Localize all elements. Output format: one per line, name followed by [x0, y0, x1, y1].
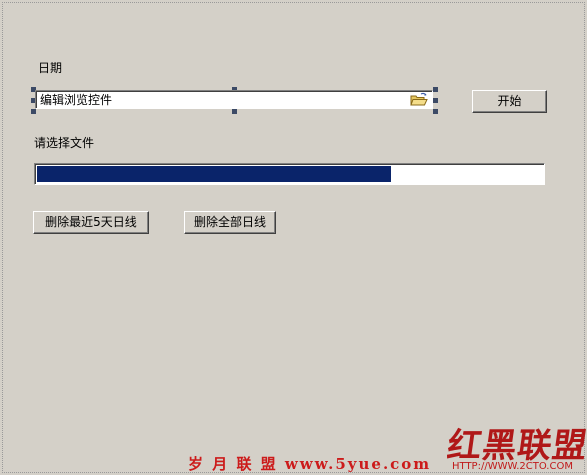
delete-all-button[interactable]: 删除全部日线 [184, 211, 276, 234]
watermark-left: 岁 月 联 盟 www.5yue.com [188, 455, 432, 473]
resize-handle-middle-right[interactable] [433, 98, 438, 103]
select-file-label: 请选择文件 [34, 136, 95, 150]
resize-handle-bottom-left[interactable] [31, 109, 36, 114]
design-surface [2, 2, 585, 473]
browse-input-field[interactable]: 编辑浏览控件 [35, 90, 433, 109]
resize-handle-bottom-middle[interactable] [232, 109, 237, 114]
watermark-url: HTTP://WWW.2CTO.COM [452, 461, 573, 472]
folder-open-icon[interactable] [409, 92, 429, 108]
progress-bar [34, 163, 545, 185]
start-button[interactable]: 开始 [472, 90, 547, 113]
resize-handle-top-right[interactable] [433, 87, 438, 92]
watermark-logo: 红黑联盟 [444, 426, 587, 466]
resize-handle-bottom-right[interactable] [433, 109, 438, 114]
date-label: 日期 [38, 61, 63, 75]
progress-bar-fill [37, 166, 391, 182]
browse-control[interactable]: 编辑浏览控件 [31, 87, 438, 114]
delete-recent-5-days-button[interactable]: 删除最近5天日线 [33, 211, 149, 234]
browse-input-text: 编辑浏览控件 [40, 93, 113, 107]
